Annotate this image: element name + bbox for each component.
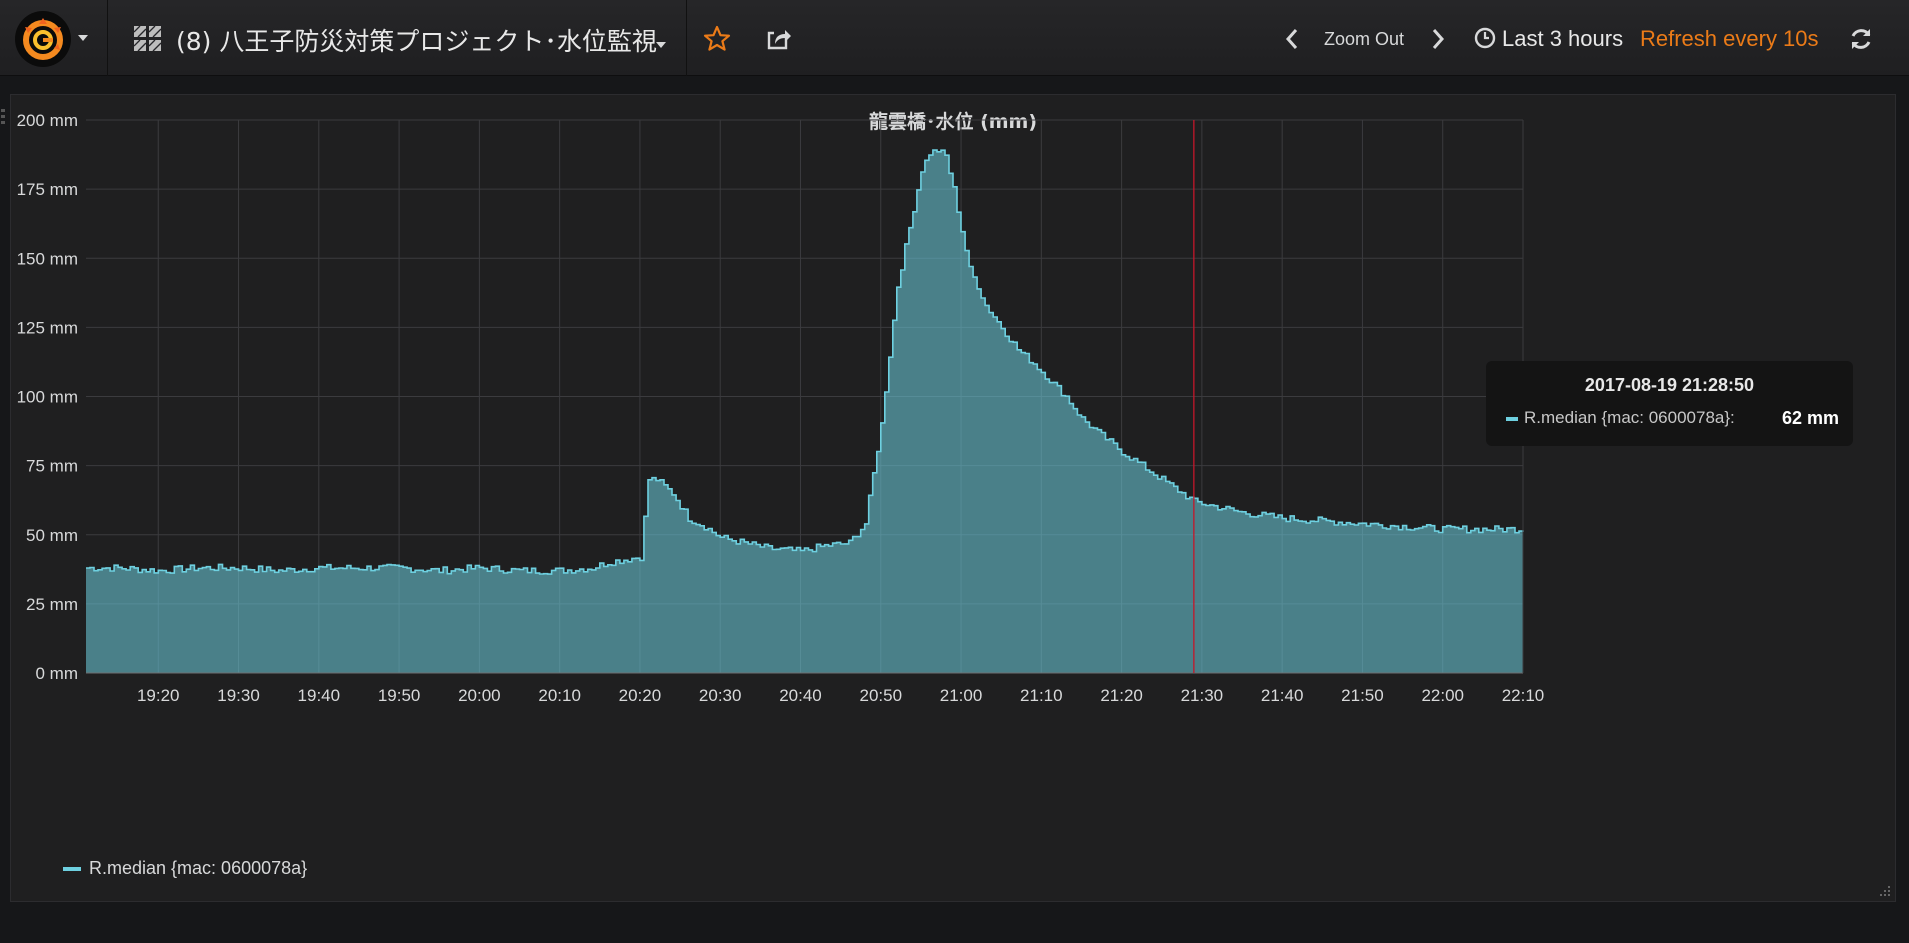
graph-panel: 龍雲橋･水位 (mm) 0 mm 25 mm 50 mm 75 mm 100 mm 125… — [1, 94, 1897, 903]
legend-swatch[interactable] — [63, 867, 81, 871]
x-tick-label: 19:40 — [298, 686, 341, 705]
x-tick-label: 20:20 — [619, 686, 662, 705]
drag-handle-icon[interactable] — [1, 107, 7, 127]
y-tick-label: 0 mm — [36, 664, 79, 683]
x-tick-label: 19:30 — [217, 686, 260, 705]
legend-series-label[interactable]: R.median {mac: 0600078a} — [89, 858, 307, 879]
tooltip-swatch — [1506, 417, 1518, 421]
clock-icon — [1474, 27, 1496, 49]
chevron-down-icon — [656, 42, 666, 48]
x-tick-label: 19:50 — [378, 686, 421, 705]
x-tick-label: 21:20 — [1100, 686, 1143, 705]
y-tick-label: 125 mm — [17, 318, 78, 337]
x-tick-label: 20:50 — [859, 686, 902, 705]
graph-tooltip: 2017-08-19 21:28:50 R.median {mac: 06000… — [1486, 361, 1853, 446]
x-tick-label: 20:40 — [779, 686, 822, 705]
chevron-left-icon[interactable] — [1284, 26, 1300, 52]
x-tick-label: 21:40 — [1261, 686, 1304, 705]
x-tick-label: 20:30 — [699, 686, 742, 705]
dashboard-title: (8) 八王子防災対策プロジェクト･水位監視 — [176, 27, 657, 56]
grafana-logo-icon — [15, 11, 71, 67]
x-tick-label: 21:50 — [1341, 686, 1384, 705]
x-tick-label: 22:00 — [1421, 686, 1464, 705]
x-tick-label: 20:00 — [458, 686, 501, 705]
y-tick-label: 150 mm — [17, 249, 78, 268]
series-line — [86, 149, 1524, 575]
y-tick-label: 175 mm — [17, 180, 78, 199]
y-tick-label: 50 mm — [26, 526, 78, 545]
tooltip-value: 62 mm — [1781, 408, 1839, 428]
x-tick-label: 22:10 — [1502, 686, 1545, 705]
chevron-right-icon[interactable] — [1430, 26, 1446, 52]
chevron-down-icon — [78, 35, 88, 41]
y-tick-label: 200 mm — [17, 111, 78, 130]
series-area — [86, 150, 1523, 674]
y-tick-label: 25 mm — [26, 595, 78, 614]
x-tick-label: 21:10 — [1020, 686, 1063, 705]
time-range-label: Last 3 hours — [1502, 26, 1624, 51]
x-tick-label: 21:00 — [940, 686, 983, 705]
water-level-chart[interactable]: 0 mm 25 mm 50 mm 75 mm 100 mm 125 mm 150 mm 175… — [11, 95, 1897, 903]
y-tick-label: 75 mm — [26, 457, 78, 476]
zoom-out-button[interactable]: Zoom Out — [1324, 29, 1404, 50]
dashboard-picker[interactable]: (8) 八王子防災対策プロジェクト･水位監視 — [110, 0, 687, 76]
x-tick-label: 20:10 — [538, 686, 581, 705]
star-icon[interactable] — [702, 24, 732, 54]
x-tick-label: 21:30 — [1181, 686, 1224, 705]
resize-handle-icon[interactable] — [1879, 885, 1891, 897]
tooltip-series: R.median {mac: 0600078a}: — [1524, 408, 1735, 427]
grafana-menu-button[interactable] — [0, 0, 108, 76]
share-icon[interactable] — [764, 24, 794, 54]
refresh-interval-button[interactable]: Refresh every 10s — [1640, 26, 1819, 52]
y-tick-label: 100 mm — [17, 388, 78, 407]
refresh-icon[interactable] — [1848, 26, 1874, 52]
tooltip-time: 2017-08-19 21:28:50 — [1584, 375, 1755, 395]
dashboard-grid-icon — [134, 26, 162, 52]
top-navbar: (8) 八王子防災対策プロジェクト･水位監視 Zoom Out Last 3 h… — [0, 0, 1909, 76]
x-tick-label: 19:20 — [137, 686, 180, 705]
